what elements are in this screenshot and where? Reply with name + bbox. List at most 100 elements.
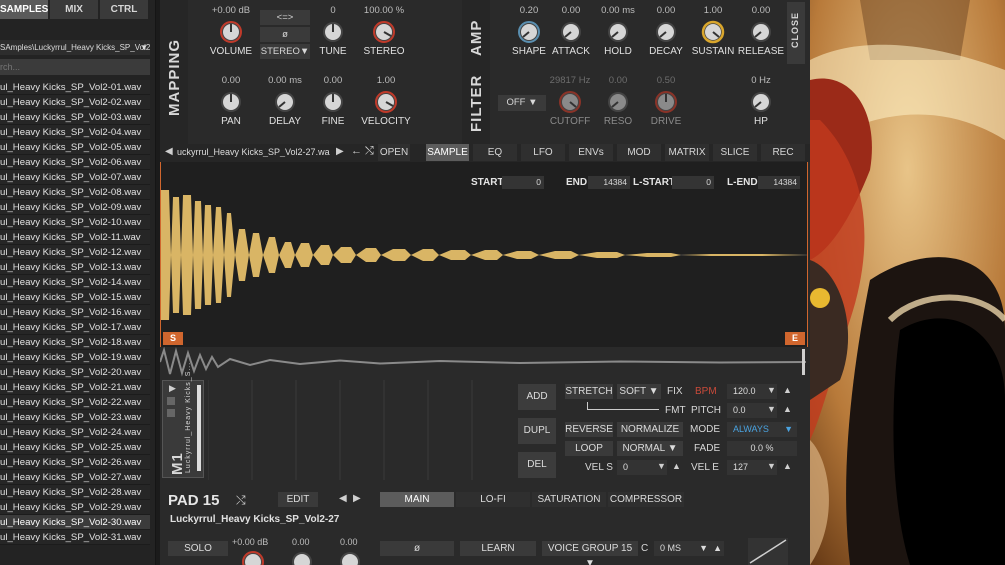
file-list-item[interactable]: ul_Heavy Kicks_SP_Vol2-05.wav	[0, 140, 150, 155]
clip-scrollbar[interactable]	[197, 385, 201, 471]
ms-field[interactable]: 0 MS ▼ ▲	[654, 541, 724, 556]
file-list-item[interactable]: ul_Heavy Kicks_SP_Vol2-13.wav	[0, 260, 150, 275]
add-button[interactable]: ADD	[518, 384, 556, 410]
file-list-item[interactable]: ul_Heavy Kicks_SP_Vol2-22.wav	[0, 395, 150, 410]
fmt-label[interactable]: FMT	[665, 405, 686, 416]
end-marker[interactable]: E	[785, 332, 805, 345]
increment-icon[interactable]: ▲	[783, 385, 792, 395]
pattern-grid[interactable]	[208, 380, 508, 480]
file-list-item[interactable]: ul_Heavy Kicks_SP_Vol2-30.wav	[0, 515, 150, 530]
tab-ctrl[interactable]: CTRL	[100, 0, 148, 19]
shuffle-icon[interactable]: ⤭	[236, 493, 246, 508]
delete-button[interactable]: DEL	[518, 452, 556, 478]
learn-button[interactable]: LEARN	[460, 541, 536, 556]
decrement-icon[interactable]: ▼	[657, 461, 666, 471]
fine-knob[interactable]: 0.00 FINE	[303, 75, 363, 127]
release-knob[interactable]: 0.00 RELEASE	[731, 5, 791, 57]
tab-lfo[interactable]: LFO	[521, 144, 565, 161]
fix-label[interactable]: FIX	[667, 386, 683, 397]
file-list-item[interactable]: ul_Heavy Kicks_SP_Vol2-17.wav	[0, 320, 150, 335]
tab-samples[interactable]: SAMPLES	[0, 0, 48, 19]
file-list-item[interactable]: ul_Heavy Kicks_SP_Vol2-06.wav	[0, 155, 150, 170]
shuffle-icon[interactable]: ⤭	[365, 145, 374, 158]
duplicate-button[interactable]: DUPL	[518, 418, 556, 444]
file-list-item[interactable]: ul_Heavy Kicks_SP_Vol2-26.wav	[0, 455, 150, 470]
edit-button[interactable]: EDIT	[278, 492, 318, 507]
file-list-item[interactable]: ul_Heavy Kicks_SP_Vol2-14.wav	[0, 275, 150, 290]
file-list-item[interactable]: ul_Heavy Kicks_SP_Vol2-07.wav	[0, 170, 150, 185]
file-list-item[interactable]: ul_Heavy Kicks_SP_Vol2-18.wav	[0, 335, 150, 350]
pad-phase-button[interactable]: ø	[380, 541, 454, 556]
stretch-button[interactable]: STRETCH	[565, 384, 613, 399]
start-marker[interactable]: S	[163, 332, 183, 345]
file-list-item[interactable]: ul_Heavy Kicks_SP_Vol2-19.wav	[0, 350, 150, 365]
file-list-item[interactable]: ul_Heavy Kicks_SP_Vol2-01.wav	[0, 80, 150, 95]
file-list-item[interactable]: ul_Heavy Kicks_SP_Vol2-25.wav	[0, 440, 150, 455]
loop-button[interactable]: LOOP	[565, 441, 613, 456]
loop-mode-dropdown[interactable]: NORMAL ▼	[617, 441, 683, 456]
increment-icon[interactable]: ▲	[783, 404, 792, 414]
pan-knob[interactable]: 0.00 PAN	[201, 75, 261, 127]
file-list-item[interactable]: ul_Heavy Kicks_SP_Vol2-29.wav	[0, 500, 150, 515]
solo-button[interactable]: SOLO	[168, 541, 228, 556]
file-list-item[interactable]: ul_Heavy Kicks_SP_Vol2-16.wav	[0, 305, 150, 320]
tab-rec[interactable]: REC	[761, 144, 805, 161]
waveform-overview[interactable]	[159, 346, 808, 377]
mode-dropdown[interactable]: ALWAYS ▼	[727, 422, 797, 437]
tab-eq[interactable]: EQ	[473, 144, 517, 161]
tab-sample[interactable]: SAMPLE	[426, 144, 469, 161]
increment-icon[interactable]: ▲	[672, 461, 681, 471]
file-list-item[interactable]: ul_Heavy Kicks_SP_Vol2-31.wav	[0, 530, 150, 545]
file-list-item[interactable]: ul_Heavy Kicks_SP_Vol2-08.wav	[0, 185, 150, 200]
open-button[interactable]: OPEN	[378, 144, 410, 161]
close-button[interactable]: CLOSE	[787, 2, 805, 64]
curve-display[interactable]	[748, 538, 788, 565]
normalize-button[interactable]: NORMALIZE	[617, 422, 683, 437]
grid-icon[interactable]	[167, 409, 175, 417]
volume-knob[interactable]: +0.00 dB VOLUME	[201, 5, 261, 57]
file-list-item[interactable]: ul_Heavy Kicks_SP_Vol2-11.wav	[0, 230, 150, 245]
decrement-icon[interactable]: ▼	[767, 404, 776, 414]
search-input[interactable]	[0, 59, 150, 75]
grid-icon[interactable]	[167, 397, 175, 405]
prev-pad-icon[interactable]: ◀	[339, 493, 347, 504]
tab-saturation[interactable]: SATURATION	[532, 492, 606, 507]
increment-icon[interactable]: ▲	[783, 461, 792, 471]
hp-knob[interactable]: 0 Hz HP	[731, 75, 791, 127]
tab-lo-fi[interactable]: LO-FI	[456, 492, 530, 507]
file-list-item[interactable]: ul_Heavy Kicks_SP_Vol2-02.wav	[0, 95, 150, 110]
stretch-mode-dropdown[interactable]: SOFT ▼	[617, 384, 661, 399]
file-list-item[interactable]: ul_Heavy Kicks_SP_Vol2-27.wav	[0, 470, 150, 485]
drive-knob[interactable]: 0.50 DRIVE	[636, 75, 696, 127]
decrement-icon[interactable]: ▼	[767, 385, 776, 395]
fade-field[interactable]: 0.0 %	[727, 441, 797, 456]
prev-sample-icon[interactable]: ◀	[165, 146, 173, 157]
filter-mode-dropdown[interactable]: OFF ▼	[498, 95, 546, 111]
tab-main[interactable]: MAIN	[380, 492, 454, 507]
stereo-knob[interactable]: 100.00 % STEREO	[354, 5, 414, 57]
tab-mod-env[interactable]: MOD ENV	[617, 144, 661, 175]
pad-clip[interactable]: ▶ M1 Luckyrrul_Heavy Kicks_S...	[162, 362, 204, 478]
file-list-item[interactable]: ul_Heavy Kicks_SP_Vol2-20.wav	[0, 365, 150, 380]
file-list-item[interactable]: ul_Heavy Kicks_SP_Vol2-15.wav	[0, 290, 150, 305]
file-list-item[interactable]: ul_Heavy Kicks_SP_Vol2-28.wav	[0, 485, 150, 500]
increment-icon[interactable]: ▲	[713, 541, 722, 556]
tab-envs[interactable]: ENVs	[569, 144, 613, 161]
tab-compressor[interactable]: COMPRESSOR	[608, 492, 684, 507]
tab-matrix[interactable]: MATRIX	[665, 144, 709, 161]
pad-pan-knob[interactable]	[291, 551, 313, 565]
decrement-icon[interactable]: ▼	[767, 461, 776, 471]
file-list-item[interactable]: ul_Heavy Kicks_SP_Vol2-04.wav	[0, 125, 150, 140]
next-pad-icon[interactable]: ▶	[353, 493, 361, 504]
file-list-item[interactable]: ul_Heavy Kicks_SP_Vol2-03.wav	[0, 110, 150, 125]
play-icon[interactable]: ▶	[169, 383, 176, 394]
reverse-button[interactable]: REVERSE	[565, 422, 613, 437]
folder-path-dropdown[interactable]: SAmples\Luckyrrul_Heavy Kicks_SP_Vol2 ▼	[0, 40, 150, 55]
file-list-item[interactable]: ul_Heavy Kicks_SP_Vol2-21.wav	[0, 380, 150, 395]
tab-slice[interactable]: SLICE	[713, 144, 757, 161]
file-list-item[interactable]: ul_Heavy Kicks_SP_Vol2-24.wav	[0, 425, 150, 440]
file-list-item[interactable]: ul_Heavy Kicks_SP_Vol2-12.wav	[0, 245, 150, 260]
file-list-item[interactable]: ul_Heavy Kicks_SP_Vol2-10.wav	[0, 215, 150, 230]
back-arrow-icon[interactable]: ←	[351, 145, 362, 157]
pad-tune-knob[interactable]	[339, 551, 361, 565]
